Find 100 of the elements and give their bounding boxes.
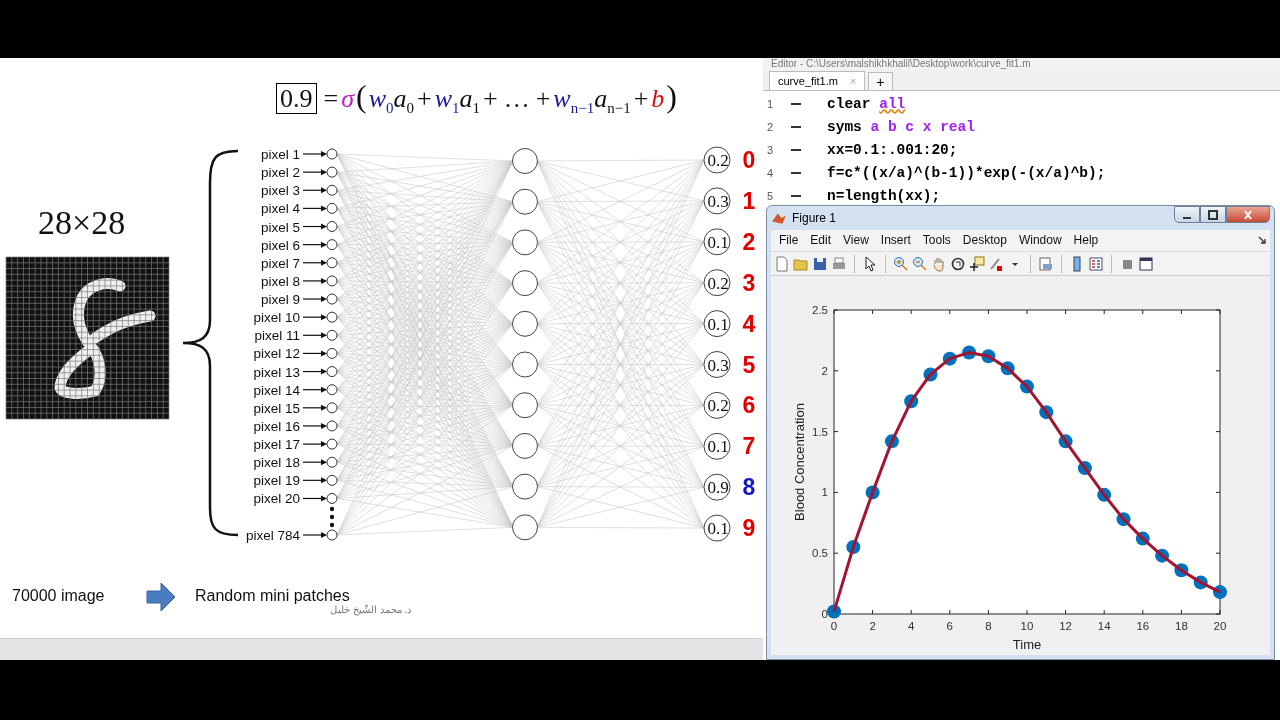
menu-item[interactable]: Window xyxy=(1012,233,1068,248)
line-number: 5 xyxy=(765,189,773,202)
input-label: pixel 10 xyxy=(253,310,300,326)
output-value: 0.2 xyxy=(707,151,729,170)
y-axis-label: Blood Concentration xyxy=(792,403,807,521)
output-value: 0.3 xyxy=(707,355,729,375)
menu-item[interactable]: File xyxy=(773,233,805,248)
input-label: pixel 784 xyxy=(245,528,300,543)
input-label: pixel 18 xyxy=(253,455,300,471)
arrow-icon xyxy=(302,368,327,375)
input-label: pixel 12 xyxy=(253,346,300,362)
tick-label: 20 xyxy=(1213,620,1227,632)
new-file-icon[interactable] xyxy=(774,255,790,272)
arrow-icon xyxy=(302,350,327,357)
code-line: xx=0.1:.001:20; xyxy=(827,141,958,158)
window-title: Figure 1 xyxy=(792,210,837,225)
equation: 0.9 =σ(w$_{0}$a$_{0}$+w$_{1}$a$_{1}$+ … +w$_{n−1}$a$_{n−1}$+b) xyxy=(276,78,679,118)
breakpoint-marker xyxy=(791,194,801,197)
digit-label: 7 xyxy=(742,433,756,460)
input-label: pixel 9 xyxy=(260,292,300,308)
tick-label: 0 xyxy=(821,608,828,620)
close-icon[interactable] xyxy=(1242,209,1254,220)
rotate-icon[interactable] xyxy=(950,255,966,272)
arrow-icon xyxy=(302,223,327,230)
tick-label: 1.5 xyxy=(812,425,828,438)
input-label: pixel 19 xyxy=(253,473,300,489)
tick-label: 4 xyxy=(908,620,915,632)
digit-label: 6 xyxy=(742,392,756,419)
dock-arrow-icon[interactable] xyxy=(1258,236,1266,245)
output-value: 0.2 xyxy=(707,396,729,416)
arrow-icon xyxy=(302,386,327,393)
arrow-icon xyxy=(302,277,327,284)
close-button[interactable] xyxy=(1226,206,1270,223)
menu-item[interactable]: Insert xyxy=(874,233,917,248)
minimize-button[interactable] xyxy=(1174,206,1200,223)
input-label: pixel 17 xyxy=(253,437,300,453)
code-line: f=c*((x/a)^(b-1))*exp(-(x/a)^b); xyxy=(827,164,1106,181)
menu-item[interactable]: Help xyxy=(1067,233,1105,248)
digit-label: 5 xyxy=(742,351,756,378)
menu-item[interactable]: Desktop xyxy=(956,233,1013,248)
tick-label: 8 xyxy=(985,620,992,632)
line-number: 4 xyxy=(765,166,773,179)
zoom-out-icon[interactable] xyxy=(912,255,928,272)
menu-item[interactable]: View xyxy=(837,233,875,248)
arrow-icon xyxy=(302,241,327,248)
arrow-icon xyxy=(302,187,327,194)
print-icon[interactable] xyxy=(831,255,847,272)
tick-label: 10 xyxy=(1020,620,1034,632)
tick-label: 2 xyxy=(821,364,828,377)
arrow-icon xyxy=(302,332,327,339)
digit-label: 4 xyxy=(742,310,756,337)
right-arrow-icon xyxy=(146,582,176,612)
output-value: 0.1 xyxy=(707,519,729,539)
output-value: 0.1 xyxy=(707,437,729,457)
input-label: pixel 20 xyxy=(253,491,300,507)
line-number: 1 xyxy=(765,97,773,110)
file-tab[interactable]: curve_fit1.m × xyxy=(769,71,866,90)
arrow-icon xyxy=(302,422,327,429)
arrow-icon xyxy=(302,404,327,411)
tick-label: 0 xyxy=(830,620,838,632)
print-preview-icon[interactable] xyxy=(1038,255,1054,272)
arrow-icon xyxy=(302,296,327,303)
tick-label: 1 xyxy=(821,486,828,499)
tick-label: 6 xyxy=(946,620,953,632)
breakpoint-marker xyxy=(791,171,801,174)
input-label: pixel 16 xyxy=(253,418,300,434)
menu-item[interactable]: Edit xyxy=(804,233,838,248)
data-cursor-icon[interactable] xyxy=(969,255,985,272)
author-text: د. محمد الشّيخ خليل xyxy=(330,604,412,615)
new-tab-button[interactable]: + xyxy=(868,72,893,90)
input-label: pixel 2 xyxy=(260,165,300,181)
arrow-icon xyxy=(302,151,327,157)
tick-label: 14 xyxy=(1097,620,1111,632)
pointer-icon[interactable] xyxy=(862,255,878,272)
input-label: pixel 1 xyxy=(260,147,300,162)
output-value: 0.2 xyxy=(707,273,729,293)
arrow-icon xyxy=(302,477,327,484)
arrow-icon xyxy=(302,259,327,266)
zoom-in-icon[interactable] xyxy=(893,255,909,272)
input-label: pixel 5 xyxy=(260,219,300,235)
output-value: 0.9 xyxy=(707,478,729,498)
line-number: 3 xyxy=(765,143,773,156)
output-value: 0.1 xyxy=(707,232,729,252)
legend-icon[interactable] xyxy=(1088,255,1104,272)
line-number: 2 xyxy=(765,120,773,133)
arrow-icon xyxy=(302,495,327,502)
menu-item[interactable]: Tools xyxy=(916,233,957,248)
digit-label: 2 xyxy=(742,228,756,255)
input-label: pixel 3 xyxy=(260,183,300,199)
window-icon[interactable] xyxy=(1138,255,1154,272)
save-icon[interactable] xyxy=(812,255,828,272)
input-label: pixel 8 xyxy=(260,273,300,289)
tick-label: 12 xyxy=(1059,620,1072,632)
breakpoint-marker xyxy=(791,148,801,151)
tick-label: 0.5 xyxy=(812,547,828,560)
arrow-icon xyxy=(302,205,327,212)
tick-label: 2 xyxy=(869,620,876,632)
maximize-button[interactable] xyxy=(1200,206,1226,223)
code-line: n=length(xx); xyxy=(827,187,941,204)
maximize-icon[interactable] xyxy=(1207,209,1219,220)
